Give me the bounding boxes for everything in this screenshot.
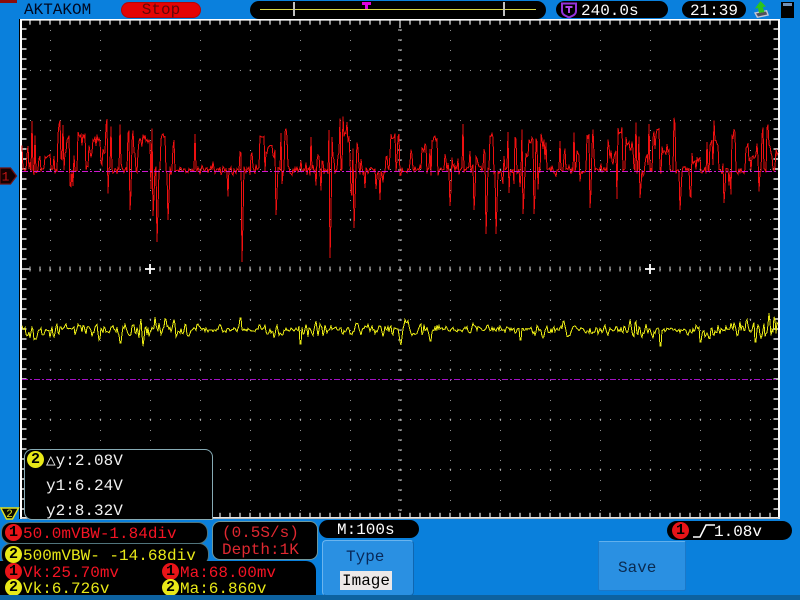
- svg-text:1: 1: [2, 170, 10, 185]
- svg-text:2: 2: [6, 509, 13, 520]
